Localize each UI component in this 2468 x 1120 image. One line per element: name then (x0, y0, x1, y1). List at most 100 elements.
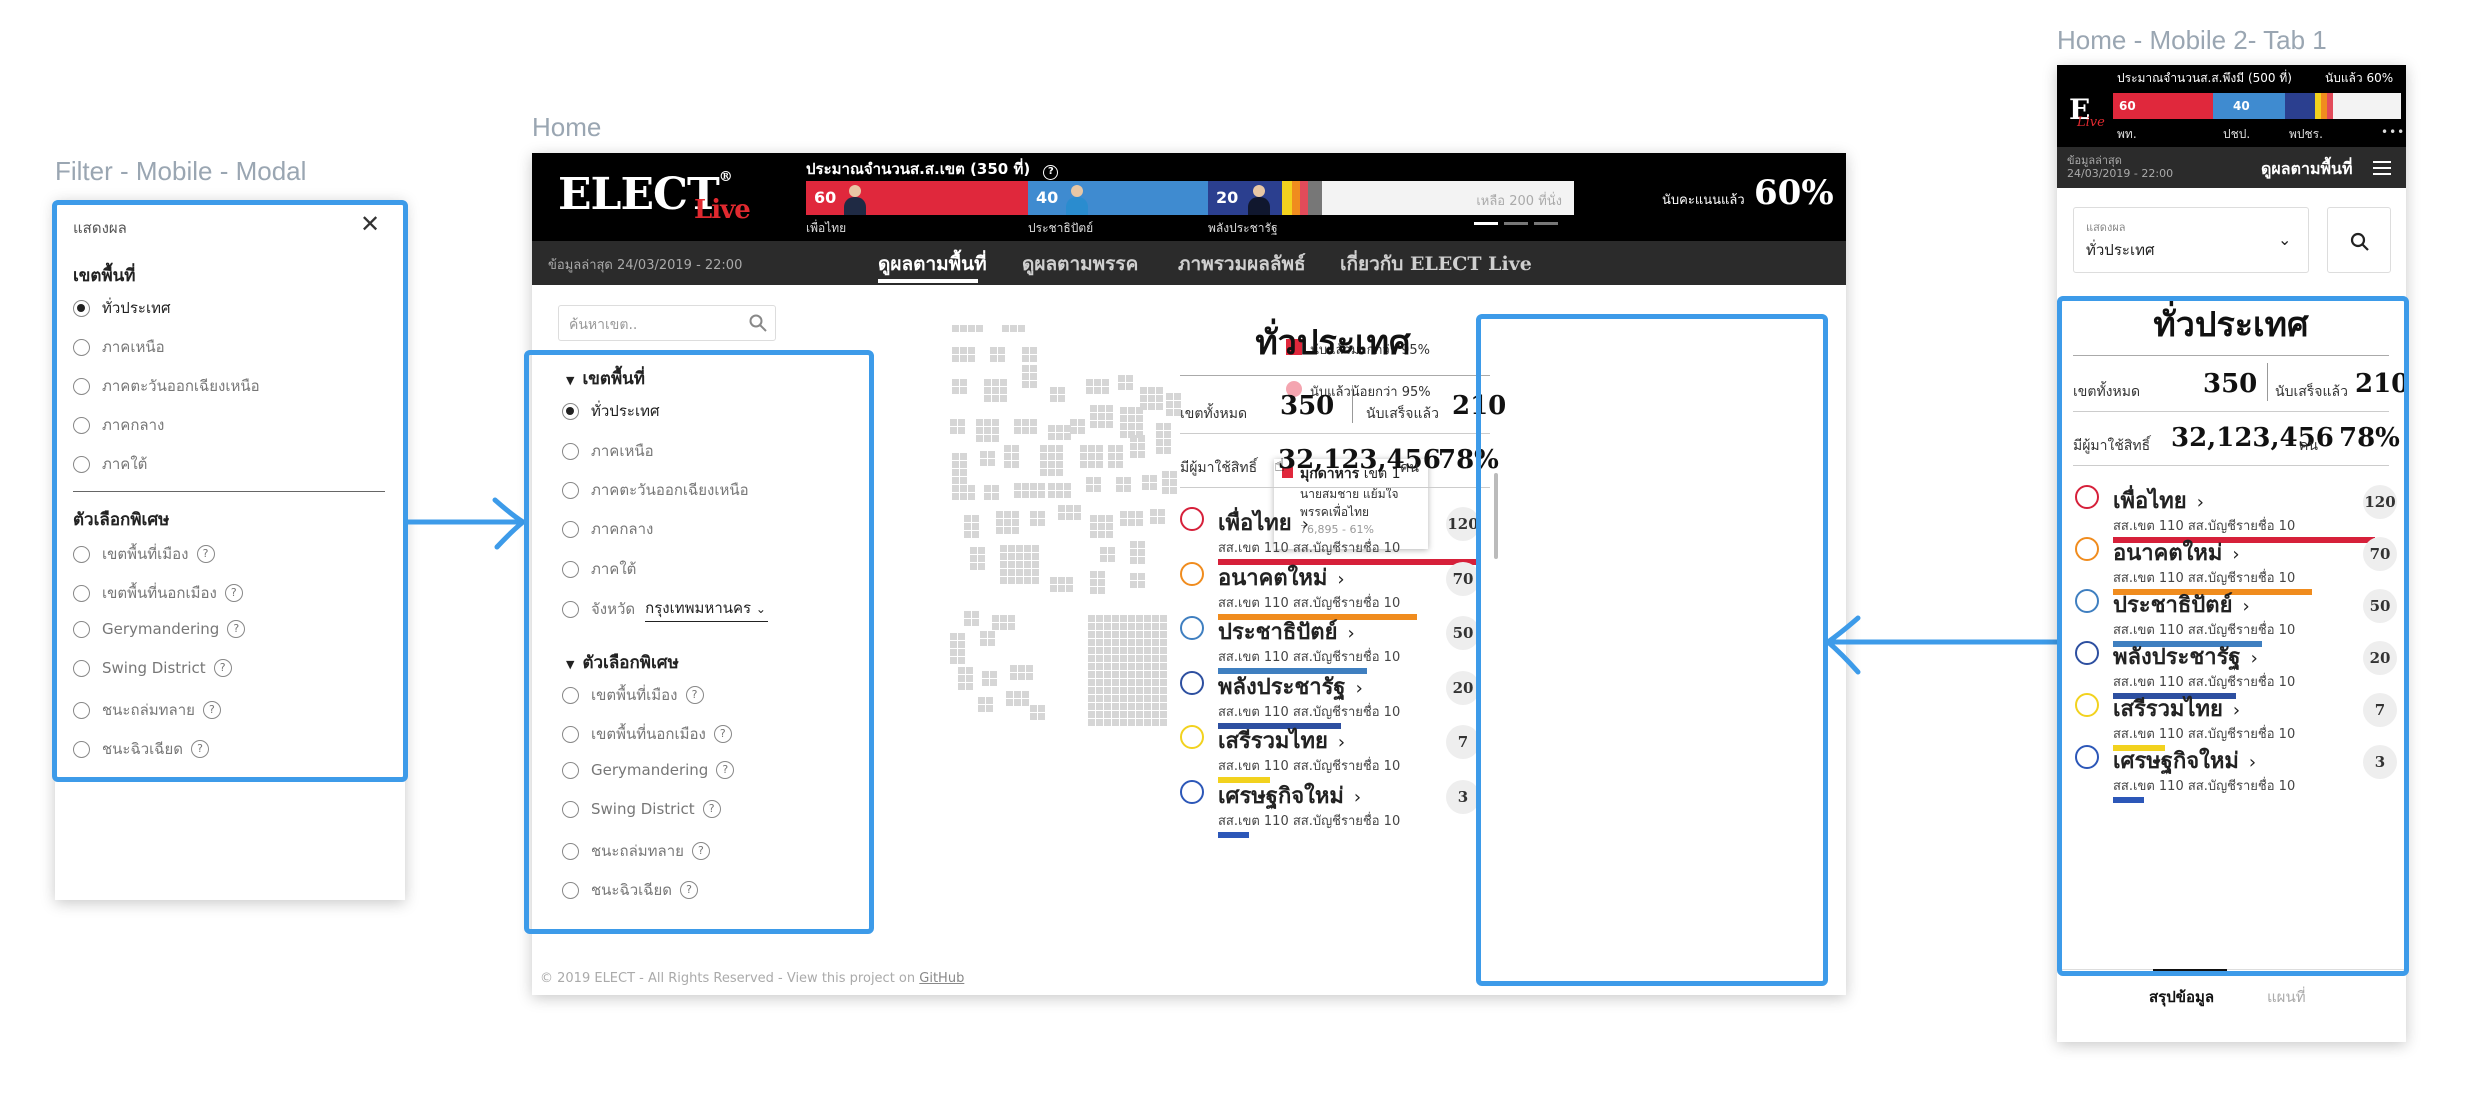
district-cell[interactable] (978, 705, 985, 712)
district-cell[interactable] (1004, 519, 1011, 526)
district-cell[interactable] (1136, 703, 1143, 710)
district-cell[interactable] (1120, 423, 1127, 430)
district-cell[interactable] (1124, 485, 1131, 492)
district-cell[interactable] (1106, 515, 1113, 522)
district-cell[interactable] (950, 641, 957, 648)
district-cell[interactable] (1000, 623, 1007, 630)
district-cell[interactable] (1000, 553, 1007, 560)
district-cell[interactable] (1106, 531, 1113, 538)
district-cell[interactable] (1112, 663, 1119, 670)
district-cell[interactable] (1038, 491, 1045, 498)
district-cell[interactable] (980, 639, 987, 646)
district-cell[interactable] (1104, 631, 1111, 638)
district-cell[interactable] (1096, 703, 1103, 710)
district-cell[interactable] (1032, 561, 1039, 568)
district-cell[interactable] (1120, 431, 1127, 438)
district-cell[interactable] (1098, 523, 1105, 530)
district-cell[interactable] (1160, 695, 1167, 702)
district-cell[interactable] (1098, 571, 1105, 578)
district-cell[interactable] (1136, 415, 1143, 422)
district-cell[interactable] (1050, 585, 1057, 592)
party-row[interactable]: เศรษฐกิจใหม่ › สส.เขต 110 สส.บัญชีรายชื่อ … (2075, 743, 2397, 807)
district-cell[interactable] (1086, 379, 1093, 386)
district-cell[interactable] (1116, 477, 1123, 484)
region-option[interactable]: ทั่วประเทศ (562, 399, 659, 423)
district-cell[interactable] (976, 427, 983, 434)
district-cell[interactable] (1148, 403, 1155, 410)
district-cell[interactable] (1144, 687, 1151, 694)
province-option[interactable]: จังหวัด กรุงเทพมหานคร ⌄ (562, 596, 768, 622)
district-cell[interactable] (992, 379, 999, 386)
district-cell[interactable] (1008, 545, 1015, 552)
district-cell[interactable] (1104, 623, 1111, 630)
district-cell[interactable] (1136, 695, 1143, 702)
district-cell[interactable] (1006, 699, 1013, 706)
district-cell[interactable] (952, 387, 959, 394)
tab-party[interactable]: ดูผลตามพรรค (1022, 249, 1138, 279)
region-option[interactable]: ทั่วประเทศ (73, 296, 170, 320)
district-cell[interactable] (972, 531, 979, 538)
district-cell[interactable] (1156, 431, 1163, 438)
district-cell[interactable] (1058, 395, 1065, 402)
district-cell[interactable] (1026, 673, 1033, 680)
district-cell[interactable] (996, 511, 1003, 518)
district-cell[interactable] (952, 469, 959, 476)
district-cell[interactable] (990, 355, 997, 362)
district-cell[interactable] (1008, 623, 1015, 630)
district-cell[interactable] (1106, 421, 1113, 428)
district-cell[interactable] (960, 469, 967, 476)
district-cell[interactable] (1112, 631, 1119, 638)
district-cell[interactable] (1116, 445, 1123, 452)
district-cell[interactable] (1022, 699, 1029, 706)
district-cell[interactable] (978, 555, 985, 562)
special-option[interactable]: เขตพื้นที่นอกเมือง? (562, 722, 732, 746)
district-cell[interactable] (1144, 639, 1151, 646)
district-cell[interactable] (1088, 615, 1095, 622)
district-cell[interactable] (990, 347, 997, 354)
district-cell[interactable] (952, 355, 959, 362)
district-cell[interactable] (1018, 665, 1025, 672)
district-cell[interactable] (1006, 691, 1013, 698)
district-cell[interactable] (1022, 419, 1029, 426)
district-cell[interactable] (1102, 387, 1109, 394)
district-cell[interactable] (1106, 413, 1113, 420)
district-cell[interactable] (1064, 483, 1071, 490)
district-cell[interactable] (1022, 355, 1029, 362)
district-cell[interactable] (1000, 561, 1007, 568)
district-cell[interactable] (1150, 509, 1157, 516)
district-cell[interactable] (1080, 453, 1087, 460)
district-cell[interactable] (1078, 419, 1085, 426)
district-cell[interactable] (1004, 461, 1011, 468)
district-cell[interactable] (1152, 663, 1159, 670)
district-cell[interactable] (1050, 395, 1057, 402)
district-cell[interactable] (1022, 483, 1029, 490)
district-cell[interactable] (1090, 421, 1097, 428)
district-cell[interactable] (1144, 615, 1151, 622)
district-cell[interactable] (1120, 647, 1127, 654)
district-cell[interactable] (1026, 665, 1033, 672)
district-cell[interactable] (1030, 355, 1037, 362)
district-cell[interactable] (1032, 569, 1039, 576)
district-cell[interactable] (1070, 427, 1077, 434)
district-cell[interactable] (1064, 433, 1071, 440)
district-cell[interactable] (1098, 587, 1105, 594)
district-cell[interactable] (1152, 695, 1159, 702)
special-option[interactable]: ชนะฉิวเฉียด? (73, 737, 210, 761)
district-cell[interactable] (1022, 381, 1029, 388)
district-cell[interactable] (1022, 347, 1029, 354)
district-cell[interactable] (998, 355, 1005, 362)
district-cell[interactable] (1048, 425, 1055, 432)
region-option[interactable]: ภาคใต้ (562, 557, 636, 581)
district-cell[interactable] (1104, 639, 1111, 646)
district-cell[interactable] (1098, 405, 1105, 412)
district-cell[interactable] (1128, 695, 1135, 702)
special-option[interactable]: Gerymandering? (73, 620, 246, 638)
district-cell[interactable] (1108, 445, 1115, 452)
district-cell[interactable] (1004, 527, 1011, 534)
district-cell[interactable] (1128, 719, 1135, 726)
district-cell[interactable] (1116, 485, 1123, 492)
district-cell[interactable] (958, 667, 965, 674)
district-cell[interactable] (1130, 443, 1137, 450)
district-cell[interactable] (968, 493, 975, 500)
district-cell[interactable] (1108, 555, 1115, 562)
